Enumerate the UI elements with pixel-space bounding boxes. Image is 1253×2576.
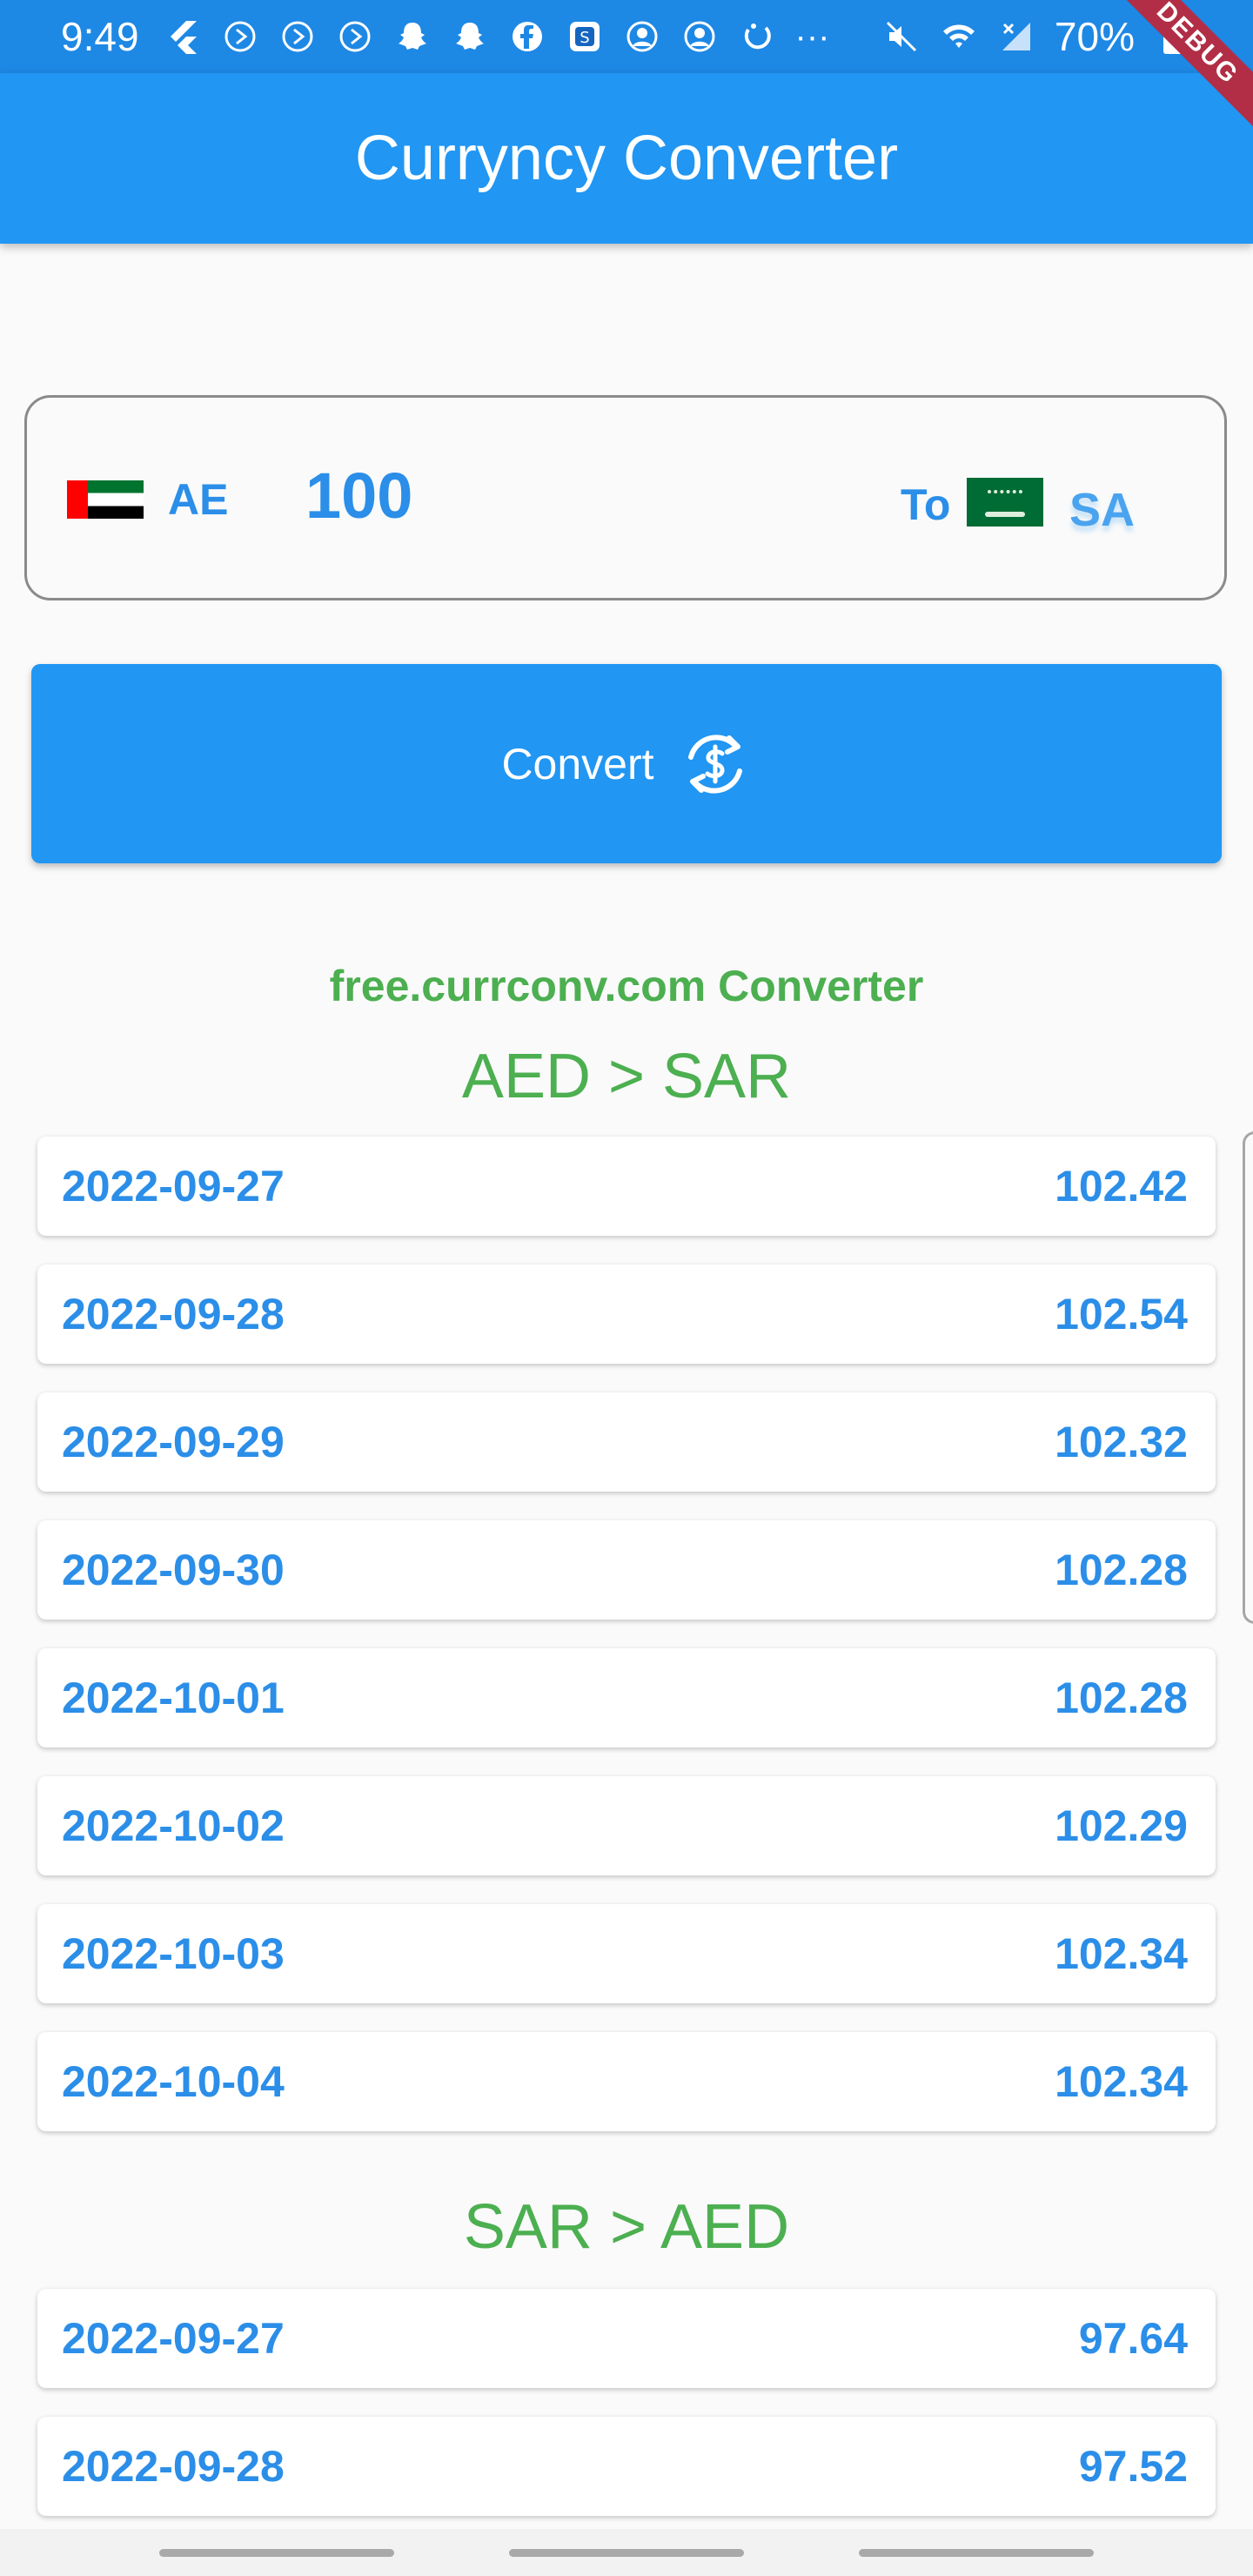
rate-date: 2022-09-27 bbox=[62, 1162, 285, 1211]
amount-input[interactable]: 100 bbox=[305, 459, 412, 533]
rate-value: 102.42 bbox=[1055, 1162, 1188, 1211]
rate-date: 2022-10-02 bbox=[62, 1801, 285, 1850]
svg-text:S: S bbox=[580, 29, 589, 47]
rate-date: 2022-09-28 bbox=[62, 1290, 285, 1338]
home-gesture-hint[interactable] bbox=[509, 2549, 744, 2557]
rate-value: 102.28 bbox=[1055, 1546, 1188, 1594]
rate-value: 102.34 bbox=[1055, 2057, 1188, 2106]
convert-button-label: Convert bbox=[501, 739, 654, 788]
rate-date: 2022-09-27 bbox=[62, 2314, 285, 2363]
rate-value: 102.28 bbox=[1055, 1674, 1188, 1722]
rate-row: 2022-09-30 102.28 bbox=[37, 1520, 1216, 1620]
rate-date: 2022-10-01 bbox=[62, 1674, 285, 1722]
facebook-icon bbox=[508, 17, 546, 56]
app-bar: Currуncy Converter bbox=[0, 73, 1253, 244]
rate-row: 2022-10-01 102.28 bbox=[37, 1648, 1216, 1748]
gesture-navigation-bar bbox=[0, 2529, 1253, 2576]
section-title-sar-aed: SAR > AED bbox=[463, 2192, 790, 2262]
rate-row: 2022-09-29 102.32 bbox=[37, 1392, 1216, 1492]
account-circle-icon bbox=[680, 17, 719, 56]
section-title-aed-sar: AED > SAR bbox=[461, 1042, 792, 1111]
source-label: free.currconv.com Converter bbox=[329, 962, 924, 1010]
status-time: 9:49 bbox=[61, 14, 139, 59]
rate-row: 2022-09-28 97.52 bbox=[37, 2417, 1216, 2516]
from-currency-selector[interactable]: AE bbox=[168, 474, 228, 525]
flutter-icon bbox=[164, 17, 202, 56]
edge-panel-handle[interactable] bbox=[1243, 1131, 1253, 1624]
recents-gesture-hint[interactable] bbox=[859, 2549, 1094, 2557]
rate-date: 2022-09-30 bbox=[62, 1546, 285, 1594]
uae-flag-icon[interactable] bbox=[67, 480, 144, 519]
rate-row: 2022-09-28 102.54 bbox=[37, 1265, 1216, 1364]
more-notifications-icon: ··· bbox=[794, 17, 830, 56]
rate-value: 102.32 bbox=[1055, 1418, 1188, 1466]
rate-value: 102.29 bbox=[1055, 1801, 1188, 1850]
rate-row: 2022-10-04 102.34 bbox=[37, 2032, 1216, 2131]
rate-row: 2022-10-02 102.29 bbox=[37, 1776, 1216, 1875]
loading-icon bbox=[738, 17, 776, 56]
play-circle-icon bbox=[278, 17, 317, 56]
rate-row: 2022-09-27 97.64 bbox=[37, 2289, 1216, 2388]
app-badge-icon: S bbox=[566, 17, 604, 56]
rate-row: 2022-09-27 102.42 bbox=[37, 1137, 1216, 1236]
wifi-icon bbox=[940, 17, 978, 56]
flag-script-mark bbox=[988, 490, 1022, 502]
battery-percentage: 70% bbox=[1054, 14, 1135, 59]
status-bar: 9:49 S ··· 70% bbox=[0, 0, 1253, 73]
currency-exchange-icon bbox=[679, 728, 752, 801]
back-gesture-hint[interactable] bbox=[159, 2549, 394, 2557]
rate-row: 2022-10-03 102.34 bbox=[37, 1904, 1216, 2003]
to-currency-selector[interactable]: SA bbox=[1069, 483, 1135, 537]
cell-signal-icon bbox=[997, 17, 1035, 56]
rate-date: 2022-09-29 bbox=[62, 1418, 285, 1466]
rate-date: 2022-10-03 bbox=[62, 1929, 285, 1978]
saudi-flag-icon[interactable] bbox=[967, 478, 1043, 527]
account-circle-icon bbox=[623, 17, 661, 56]
snapchat-icon bbox=[393, 17, 432, 56]
snapchat-icon bbox=[451, 17, 489, 56]
convert-button[interactable]: Convert bbox=[31, 664, 1222, 863]
rate-date: 2022-10-04 bbox=[62, 2057, 285, 2106]
rate-value: 97.52 bbox=[1078, 2442, 1188, 2491]
conversion-input-card: AE 100 To SA bbox=[24, 395, 1227, 600]
flag-sword-mark bbox=[985, 512, 1025, 517]
play-circle-icon bbox=[336, 17, 374, 56]
rate-value: 97.64 bbox=[1078, 2314, 1188, 2363]
play-circle-icon bbox=[221, 17, 259, 56]
status-notification-icons: S ··· bbox=[164, 17, 830, 57]
app-title: Currуncy Converter bbox=[354, 124, 899, 193]
rate-value: 102.54 bbox=[1055, 1290, 1188, 1338]
mute-icon bbox=[882, 17, 921, 56]
rate-value: 102.34 bbox=[1055, 1929, 1188, 1978]
to-label: To bbox=[901, 480, 951, 529]
rate-date: 2022-09-28 bbox=[62, 2442, 285, 2491]
status-system-icons: 70% bbox=[882, 13, 1192, 60]
